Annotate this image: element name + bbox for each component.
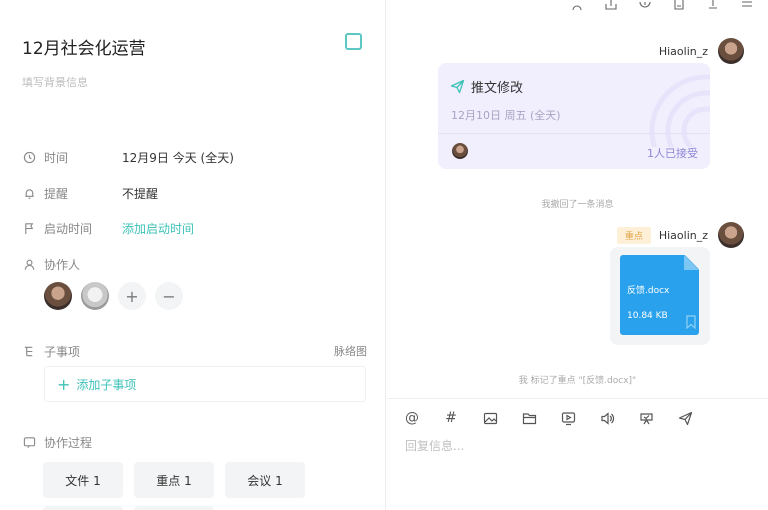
composer-toolbar: @ #: [403, 409, 715, 427]
message-composer: @ #: [387, 398, 768, 510]
bell-icon: [22, 186, 36, 200]
process-tags-more: [43, 506, 225, 510]
avatar[interactable]: [718, 222, 744, 248]
add-start-time-link[interactable]: 添加启动时间: [122, 220, 194, 237]
bookmark-icon: [686, 315, 696, 329]
avatar: [452, 143, 468, 159]
video-icon[interactable]: [559, 409, 577, 427]
add-collaborator-button[interactable]: +: [118, 282, 146, 310]
process-tag-files[interactable]: 文件 1: [43, 462, 123, 498]
hashtag-icon[interactable]: #: [442, 409, 460, 427]
pin-icon[interactable]: [706, 0, 720, 10]
chat-bubble-icon: [22, 436, 36, 450]
reminder-label: 提醒: [44, 186, 69, 201]
members-icon[interactable]: [570, 0, 584, 10]
time-row[interactable]: 时间 12月9日 今天 (全天): [22, 148, 234, 166]
collaborators-label: 协作人: [44, 257, 81, 272]
reply-input[interactable]: [405, 439, 745, 453]
process-tag[interactable]: [43, 506, 123, 510]
chat-toolbar: [550, 0, 754, 14]
task-detail-panel: 12月社会化运营 填写背景信息 时间 12月9日 今天 (全天) 提醒 不提醒 …: [0, 0, 386, 510]
reminder-value[interactable]: 不提醒: [122, 185, 158, 202]
chat-panel: Hiaolin_z 推文修改 12月10日 周五 (全天) 1人已接受 我撤回了…: [387, 0, 768, 510]
background-info-field[interactable]: 填写背景信息: [22, 74, 88, 90]
time-label: 时间: [44, 150, 69, 165]
folder-icon[interactable]: [520, 409, 538, 427]
add-subtask-label: 添加子事项: [76, 377, 137, 392]
process-header: 协作过程: [22, 434, 122, 451]
clock-icon[interactable]: [638, 0, 652, 10]
process-label: 协作过程: [44, 436, 93, 450]
start-time-label: 启动时间: [44, 221, 93, 236]
clock-icon: [22, 150, 36, 164]
event-header: 推文修改: [450, 77, 523, 96]
sender-name: Hiaolin_z: [658, 228, 708, 242]
at-icon[interactable]: @: [403, 409, 421, 427]
message-sender-row: Hiaolin_z: [659, 38, 744, 64]
collaborators-row: 协作人: [22, 255, 122, 273]
reminder-row[interactable]: 提醒 不提醒: [22, 184, 158, 202]
event-card[interactable]: 推文修改 12月10日 周五 (全天) 1人已接受: [438, 63, 710, 169]
mindmap-link[interactable]: 脉络图: [334, 343, 367, 359]
avatar[interactable]: [718, 38, 744, 64]
system-message: 我撤回了一条消息: [541, 200, 614, 210]
process-tags: 文件 1 重点 1 会议 1: [43, 462, 316, 498]
person-icon: [22, 257, 36, 271]
process-tag[interactable]: [134, 506, 214, 510]
document-icon[interactable]: [672, 0, 686, 10]
file-fold-decoration: [684, 255, 699, 270]
subtasks-label: 子事项: [44, 345, 81, 359]
plus-icon: +: [125, 286, 139, 306]
event-title: 推文修改: [471, 81, 524, 96]
process-tag-highlights[interactable]: 重点 1: [134, 462, 214, 498]
add-subtask-button[interactable]: + 添加子事项: [44, 366, 366, 402]
audio-icon[interactable]: [598, 409, 616, 427]
tree-icon: [22, 345, 36, 359]
subtasks-header: 子事项 脉络图: [22, 343, 367, 360]
menu-icon[interactable]: [740, 0, 754, 10]
cloud-icon[interactable]: [637, 409, 655, 427]
sender-name: Hiaolin_z: [658, 44, 708, 58]
accepted-count[interactable]: 1人已接受: [647, 145, 698, 161]
highlight-badge: 重点: [616, 226, 651, 244]
divider: [438, 133, 710, 134]
avatar[interactable]: [81, 282, 109, 310]
flag-icon: [22, 221, 36, 235]
file-attachment[interactable]: 反馈.docx 10.84 KB: [610, 247, 710, 345]
message-sender-row: 重点 Hiaolin_z: [616, 222, 744, 248]
image-icon[interactable]: [481, 409, 499, 427]
complete-checkbox[interactable]: [345, 33, 362, 50]
process-tag-meetings[interactable]: 会议 1: [225, 462, 305, 498]
signal-decoration-icon: [649, 74, 710, 147]
file-name: 反馈.docx: [627, 286, 670, 296]
plus-icon: +: [57, 374, 71, 394]
start-time-row[interactable]: 启动时间 添加启动时间: [22, 219, 194, 237]
system-message: 我 标记了重点 "[反馈.docx]": [518, 376, 637, 386]
collaborator-list: + −: [44, 282, 192, 310]
paper-plane-icon: [450, 79, 465, 94]
task-title[interactable]: 12月社会化运营: [22, 34, 146, 59]
avatar[interactable]: [44, 282, 72, 310]
event-date: 12月10日 周五 (全天): [451, 109, 561, 122]
minus-icon: −: [162, 286, 176, 306]
file-size: 10.84 KB: [627, 311, 668, 321]
share-icon[interactable]: [604, 0, 618, 10]
remove-collaborator-button[interactable]: −: [155, 282, 183, 310]
send-icon[interactable]: [676, 409, 694, 427]
time-value[interactable]: 12月9日 今天 (全天): [122, 149, 234, 166]
